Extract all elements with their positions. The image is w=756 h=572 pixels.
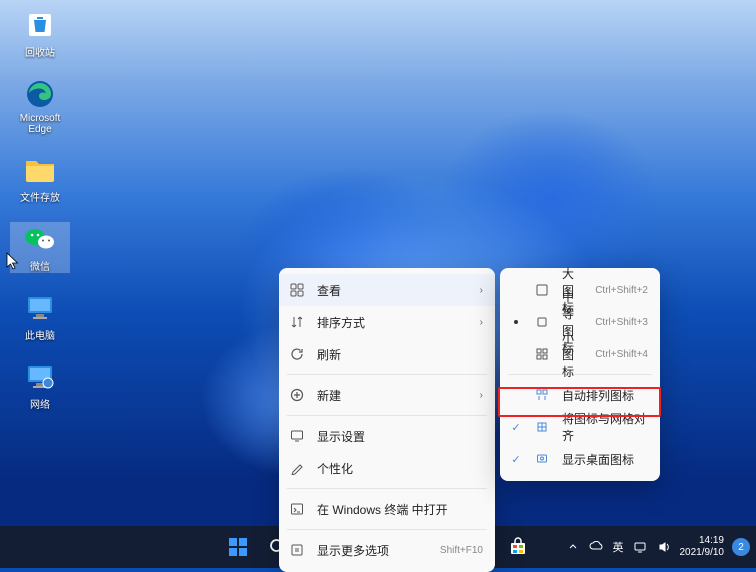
new-icon: [289, 387, 305, 403]
menu-label: 刷新: [317, 346, 483, 363]
tray-volume-icon[interactable]: [656, 539, 672, 555]
small-icons-icon: [534, 346, 550, 362]
icon-label: 此电脑: [25, 327, 55, 342]
menu-label: 排序方式: [317, 314, 468, 331]
desktop-icon-folder[interactable]: 文件存放: [10, 153, 70, 204]
desktop-icons-area: 回收站 Microsoft Edge 文件存放 微信 此电脑 网络: [10, 8, 70, 411]
submenu-item-align-grid[interactable]: ✓ 将图标与网格对齐: [500, 411, 660, 443]
refresh-icon: [289, 346, 305, 362]
icon-label: 回收站: [25, 44, 55, 59]
menu-separator: [287, 374, 487, 375]
icon-label: 微信: [30, 258, 50, 273]
recycle-bin-icon: [23, 8, 57, 42]
radio-indicator: [510, 320, 522, 324]
tray-clock[interactable]: 14:19 2021/9/10: [680, 535, 725, 559]
terminal-icon: [289, 501, 305, 517]
folder-icon: [23, 153, 57, 187]
edge-icon: [23, 77, 57, 111]
view-icon: [289, 282, 305, 298]
icon-label: 文件存放: [20, 189, 60, 204]
this-pc-icon: [23, 291, 57, 325]
menu-separator: [287, 415, 487, 416]
submenu-item-show-desktop-icons[interactable]: ✓ 显示桌面图标: [500, 443, 660, 475]
tray-chevron-icon[interactable]: [565, 539, 581, 555]
menu-item-refresh[interactable]: 刷新: [279, 338, 495, 370]
tray-date: 2021/9/10: [680, 547, 725, 559]
tray-onedrive-icon[interactable]: [589, 539, 605, 555]
menu-item-more-options[interactable]: 显示更多选项 Shift+F10: [279, 534, 495, 566]
chevron-right-icon: ›: [480, 317, 483, 328]
menu-item-new[interactable]: 新建 ›: [279, 379, 495, 411]
menu-item-terminal[interactable]: 在 Windows 终端 中打开: [279, 493, 495, 525]
mouse-cursor: [6, 252, 20, 270]
desktop-context-menu: 查看 › 排序方式 › 刷新 新建 › 显示设置 个性化 在 Windows 终…: [279, 268, 495, 572]
submenu-label: 显示桌面图标: [562, 451, 648, 468]
wechat-icon: [23, 222, 57, 256]
submenu-item-small-icons[interactable]: 小图标 Ctrl+Shift+4: [500, 338, 660, 370]
submenu-label: 将图标与网格对齐: [562, 410, 648, 444]
store-button[interactable]: [501, 530, 535, 564]
menu-label: 个性化: [317, 460, 483, 477]
more-icon: [289, 542, 305, 558]
sort-icon: [289, 314, 305, 330]
submenu-shortcut: Ctrl+Shift+4: [595, 349, 648, 360]
menu-item-personalize[interactable]: 个性化: [279, 452, 495, 484]
icon-label: 网络: [30, 396, 50, 411]
desktop-icon-edge[interactable]: Microsoft Edge: [10, 77, 70, 135]
menu-separator: [287, 529, 487, 530]
check-indicator: ✓: [510, 421, 522, 434]
menu-separator: [287, 488, 487, 489]
align-grid-icon: [534, 419, 550, 435]
menu-label: 查看: [317, 282, 468, 299]
menu-label: 显示设置: [317, 428, 483, 445]
submenu-label: 自动排列图标: [562, 387, 648, 404]
start-button[interactable]: [221, 530, 255, 564]
tray-network-icon[interactable]: [632, 539, 648, 555]
chevron-right-icon: ›: [480, 285, 483, 296]
tray-time: 14:19: [680, 535, 725, 547]
tray-ime-indicator[interactable]: 英: [613, 539, 624, 555]
system-tray: 英 14:19 2021/9/10 2: [565, 535, 751, 559]
large-icons-icon: [534, 282, 550, 298]
check-indicator: ✓: [510, 453, 522, 466]
submenu-label: 小图标: [562, 329, 583, 380]
chevron-right-icon: ›: [480, 390, 483, 401]
desktop-icon-recycle-bin[interactable]: 回收站: [10, 8, 70, 59]
menu-shortcut: Shift+F10: [440, 545, 483, 556]
menu-item-display-settings[interactable]: 显示设置: [279, 420, 495, 452]
submenu-shortcut: Ctrl+Shift+2: [595, 285, 648, 296]
menu-item-view[interactable]: 查看 ›: [279, 274, 495, 306]
menu-label: 在 Windows 终端 中打开: [317, 501, 483, 518]
desktop-icon-this-pc[interactable]: 此电脑: [10, 291, 70, 342]
icon-label: Microsoft Edge: [10, 113, 70, 135]
menu-label: 新建: [317, 387, 468, 404]
submenu-shortcut: Ctrl+Shift+3: [595, 317, 648, 328]
show-icons-icon: [534, 451, 550, 467]
desktop-icon-network[interactable]: 网络: [10, 360, 70, 411]
auto-arrange-icon: [534, 387, 550, 403]
medium-icons-icon: [534, 314, 550, 330]
tray-notification-badge[interactable]: 2: [732, 538, 750, 556]
display-icon: [289, 428, 305, 444]
personalize-icon: [289, 460, 305, 476]
view-submenu: 大图标 Ctrl+Shift+2 中等图标 Ctrl+Shift+3 小图标 C…: [500, 268, 660, 481]
submenu-item-auto-arrange[interactable]: 自动排列图标: [500, 379, 660, 411]
network-icon: [23, 360, 57, 394]
menu-label: 显示更多选项: [317, 542, 428, 559]
menu-item-sort[interactable]: 排序方式 ›: [279, 306, 495, 338]
